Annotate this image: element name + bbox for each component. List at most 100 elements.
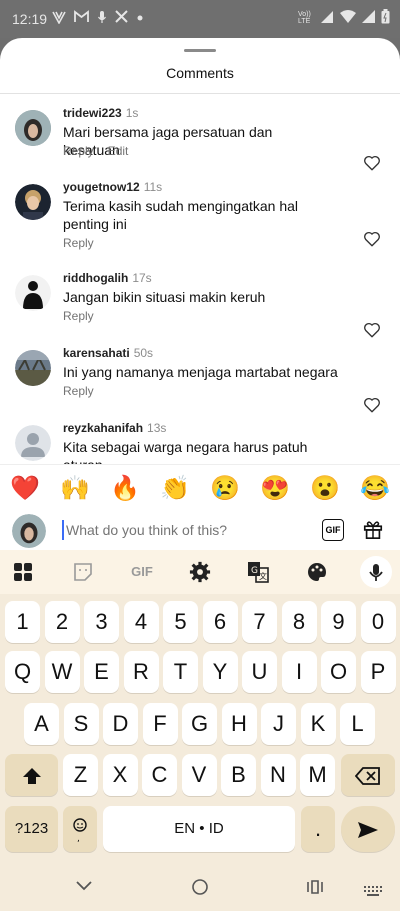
- emoji-fire[interactable]: 🔥: [110, 474, 140, 503]
- home-button-icon[interactable]: [191, 878, 209, 901]
- sticker-icon[interactable]: [72, 561, 94, 583]
- comment-username[interactable]: reyzkahanifah: [63, 421, 143, 435]
- key-p[interactable]: P: [360, 651, 396, 693]
- avatar[interactable]: [15, 425, 51, 461]
- recents-icon[interactable]: [305, 879, 325, 900]
- theme-palette-icon[interactable]: [306, 561, 328, 583]
- reply-button[interactable]: Reply: [63, 384, 94, 398]
- key-9[interactable]: 9: [321, 601, 356, 643]
- translate-icon[interactable]: G文: [247, 561, 269, 583]
- avatar[interactable]: [15, 184, 51, 220]
- key-h[interactable]: H: [221, 703, 257, 745]
- key-i[interactable]: I: [281, 651, 317, 693]
- key-e[interactable]: E: [84, 651, 119, 693]
- avatar[interactable]: [15, 275, 51, 311]
- key-c[interactable]: C: [142, 754, 177, 796]
- reply-button[interactable]: Reply: [63, 309, 94, 323]
- settings-gear-icon[interactable]: [189, 561, 211, 583]
- key-6[interactable]: 6: [202, 601, 238, 643]
- period-key[interactable]: .: [301, 806, 335, 852]
- key-v[interactable]: V: [181, 754, 217, 796]
- key-3[interactable]: 3: [84, 601, 119, 643]
- emoji-heart-eyes[interactable]: 😍: [260, 474, 290, 503]
- network-label: Vo)) LTE: [298, 11, 311, 25]
- like-heart-icon[interactable]: [363, 321, 381, 339]
- comment-username[interactable]: riddhogalih: [63, 271, 128, 285]
- back-chevron-icon[interactable]: [75, 879, 93, 898]
- signal-icon: [320, 10, 334, 27]
- space-bar[interactable]: EN • ID: [103, 806, 295, 852]
- comment-text: Ini yang namanya menjaga martabat negara: [63, 364, 338, 380]
- sheet-title: Comments: [166, 65, 234, 81]
- navigation-bar: [0, 865, 400, 911]
- emoji-clap[interactable]: 👏: [160, 474, 190, 503]
- gmail-icon: [74, 10, 89, 27]
- backspace-key[interactable]: [341, 754, 395, 796]
- edit-button[interactable]: Edit: [108, 144, 129, 158]
- key-a[interactable]: A: [24, 703, 59, 745]
- comment-username[interactable]: karensahati: [63, 346, 130, 360]
- key-z[interactable]: Z: [63, 754, 98, 796]
- drag-handle[interactable]: [184, 49, 216, 52]
- comment-actions: Reply Edit: [63, 144, 142, 158]
- comment-actions: Reply: [63, 309, 108, 323]
- key-2[interactable]: 2: [44, 601, 80, 643]
- key-l[interactable]: L: [340, 703, 375, 745]
- key-y[interactable]: Y: [202, 651, 238, 693]
- send-key[interactable]: [341, 806, 395, 852]
- key-s[interactable]: S: [63, 703, 99, 745]
- reply-button[interactable]: Reply: [63, 144, 94, 158]
- key-n[interactable]: N: [260, 754, 296, 796]
- emoji-heart[interactable]: ❤️: [10, 474, 40, 503]
- shift-key[interactable]: [5, 754, 58, 796]
- like-heart-icon[interactable]: [363, 154, 381, 172]
- key-0[interactable]: 0: [360, 601, 396, 643]
- key-m[interactable]: M: [300, 754, 335, 796]
- key-t[interactable]: T: [163, 651, 198, 693]
- comment-item: reyzkahanifah 13s Kita sebagai warga nega…: [0, 421, 400, 464]
- key-7[interactable]: 7: [242, 601, 277, 643]
- gif-keyboard-button[interactable]: GIF: [128, 561, 156, 583]
- key-x[interactable]: X: [102, 754, 138, 796]
- emoji-laughing[interactable]: 😂: [360, 474, 390, 503]
- key-j[interactable]: J: [261, 703, 296, 745]
- gift-icon[interactable]: [362, 518, 384, 540]
- key-d[interactable]: D: [103, 703, 138, 745]
- keyboard-switch-icon[interactable]: [364, 883, 382, 901]
- like-heart-icon[interactable]: [363, 230, 381, 248]
- keyboard: GIF G文 1234567890QWERTYUIOPASDFGHJKLZXCV…: [0, 550, 400, 865]
- dot-icon: [136, 10, 144, 27]
- comment-username[interactable]: tridewi223: [63, 106, 122, 120]
- key-1[interactable]: 1: [5, 601, 40, 643]
- key-q[interactable]: Q: [5, 651, 40, 693]
- key-b[interactable]: B: [221, 754, 256, 796]
- avatar[interactable]: [15, 110, 51, 146]
- comment-username[interactable]: yougetnow12: [63, 180, 140, 194]
- emoji-cry[interactable]: 😢: [210, 474, 240, 503]
- comment-header: yougetnow12 11s: [63, 180, 162, 194]
- emoji-surprised[interactable]: 😮: [310, 474, 340, 503]
- key-r[interactable]: R: [123, 651, 159, 693]
- gif-button[interactable]: GIF: [322, 519, 344, 541]
- reply-button[interactable]: Reply: [63, 236, 94, 250]
- emoji-raising-hands[interactable]: 🙌: [60, 474, 90, 503]
- comment-text: Terima kasih sudah mengingatkan hal pent…: [63, 198, 299, 232]
- key-o[interactable]: O: [321, 651, 356, 693]
- voice-input-button[interactable]: [360, 556, 392, 588]
- key-f[interactable]: F: [142, 703, 178, 745]
- key-8[interactable]: 8: [281, 601, 317, 643]
- key-4[interactable]: 4: [123, 601, 159, 643]
- key-u[interactable]: U: [242, 651, 277, 693]
- comment-input[interactable]: [62, 520, 316, 540]
- battery-icon: [381, 9, 390, 27]
- svg-text:G: G: [251, 566, 258, 576]
- key-5[interactable]: 5: [163, 601, 198, 643]
- key-k[interactable]: K: [300, 703, 336, 745]
- avatar[interactable]: [15, 350, 51, 386]
- emoji-key[interactable]: ,: [63, 806, 97, 852]
- key-g[interactable]: G: [182, 703, 217, 745]
- symbols-key[interactable]: ?123: [5, 806, 58, 852]
- apps-grid-icon[interactable]: [12, 561, 34, 583]
- like-heart-icon[interactable]: [363, 396, 381, 414]
- key-w[interactable]: W: [44, 651, 80, 693]
